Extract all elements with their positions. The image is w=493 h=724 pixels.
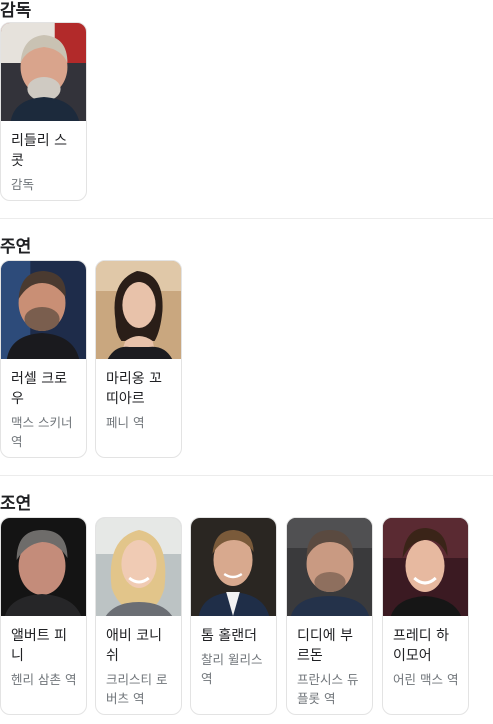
cast-card-supporting-4[interactable]: 디디에 부르돈 프란시스 듀플롯 역	[286, 517, 373, 715]
person-name[interactable]: 애비 코니쉬	[96, 616, 181, 666]
person-photo[interactable]	[1, 518, 86, 616]
person-role: 헨리 삼촌 역	[11, 672, 77, 687]
person-name[interactable]: 프레디 하이모어	[383, 616, 468, 666]
person-name[interactable]: 마리옹 꼬띠아르	[96, 359, 181, 409]
cast-card-lead-1[interactable]: 러셀 크로우 맥스 스키너 역	[0, 260, 87, 458]
person-photo[interactable]	[96, 518, 181, 616]
person-photo[interactable]	[191, 518, 276, 616]
person-role: 맥스 스키너 역	[11, 415, 73, 449]
cast-card-director[interactable]: 리들리 스콧 감독	[0, 22, 87, 201]
person-name[interactable]: 앨버트 피니	[1, 616, 86, 666]
cast-card-lead-2[interactable]: 마리옹 꼬띠아르 페니 역	[95, 260, 182, 458]
section-divider	[0, 218, 493, 219]
section-title-director: 감독	[0, 1, 32, 21]
person-role: 프란시스 듀플롯 역	[297, 672, 359, 706]
person-photo[interactable]	[383, 518, 468, 616]
person-name[interactable]: 리들리 스콧	[1, 121, 86, 171]
person-photo[interactable]	[287, 518, 372, 616]
person-role: 크리스티 로버츠 역	[106, 672, 168, 706]
person-name[interactable]: 디디에 부르돈	[287, 616, 372, 666]
person-role: 페니 역	[106, 415, 145, 430]
section-divider	[0, 475, 493, 476]
person-photo[interactable]	[1, 261, 86, 359]
cast-card-supporting-5[interactable]: 프레디 하이모어 어린 맥스 역	[382, 517, 469, 715]
cast-card-supporting-2[interactable]: 애비 코니쉬 크리스티 로버츠 역	[95, 517, 182, 715]
section-title-lead: 주연	[0, 237, 32, 257]
person-name[interactable]: 톰 홀랜더	[191, 616, 276, 646]
person-photo[interactable]	[1, 23, 86, 121]
section-title-supporting: 조연	[0, 494, 32, 514]
cast-card-supporting-1[interactable]: 앨버트 피니 헨리 삼촌 역	[0, 517, 87, 715]
person-role: 찰리 윌리스 역	[201, 652, 263, 686]
person-role: 감독	[11, 177, 35, 192]
cast-card-supporting-3[interactable]: 톰 홀랜더 찰리 윌리스 역	[190, 517, 277, 715]
person-photo[interactable]	[96, 261, 181, 359]
person-name[interactable]: 러셀 크로우	[1, 359, 86, 409]
person-role: 어린 맥스 역	[393, 672, 459, 687]
